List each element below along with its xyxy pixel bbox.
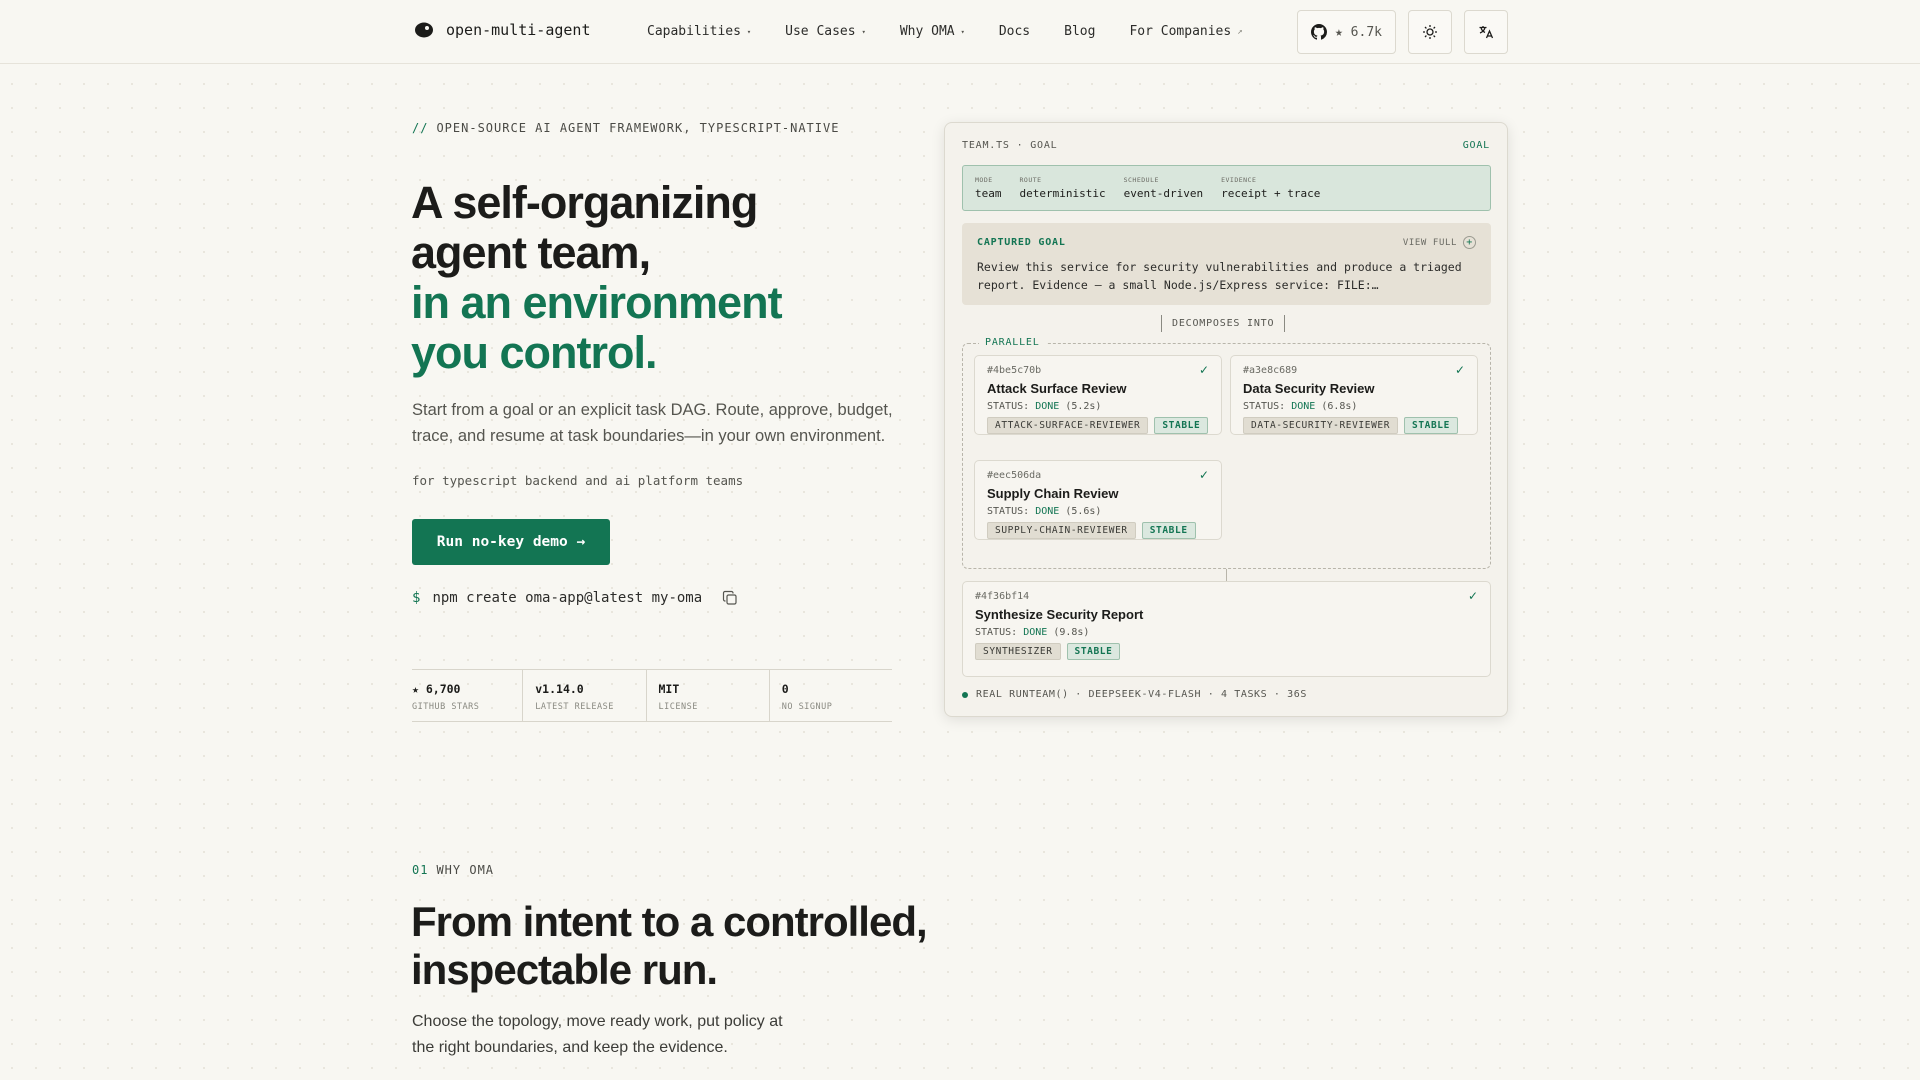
parallel-group: PARALLEL #4be5c70b ✓ Attack Surface Revi… [962, 337, 1491, 569]
dag-connector [1226, 569, 1227, 581]
parallel-label: PARALLEL [979, 337, 1046, 348]
decomposes-label: DECOMPOSES INTO [1161, 315, 1286, 332]
hero-title: A self-organizing agent team, in an envi… [411, 177, 783, 378]
config-evidence: EVIDENCE receipt + trace [1221, 176, 1321, 200]
check-icon: ✓ [1467, 589, 1478, 603]
hero-audience: for typescript backend and ai platform t… [412, 473, 744, 488]
nav-why-oma[interactable]: Why OMA ▾ [900, 24, 965, 39]
role-tag: SUPPLY-CHAIN-REVIEWER [987, 522, 1136, 539]
sun-icon [1423, 25, 1437, 39]
nav-use-cases[interactable]: Use Cases ▾ [785, 24, 866, 39]
stable-badge: STABLE [1154, 417, 1209, 434]
github-icon [1311, 24, 1328, 40]
hero-subtitle: Start from a goal or an explicit task DA… [412, 401, 893, 445]
run-footer: REAL RUNTEAM() · DEEPSEEK-V4-FLASH · 4 T… [962, 689, 1307, 700]
task-card-synthesize[interactable]: #4f36bf14 ✓ Synthesize Security Report S… [962, 581, 1491, 677]
captured-goal-title: CAPTURED GOAL [977, 237, 1066, 248]
card-header: TEAM.TS · GOAL GOAL [962, 140, 1490, 151]
check-icon: ✓ [1198, 363, 1209, 377]
nav-capabilities[interactable]: Capabilities ▾ [647, 24, 751, 39]
stats-bar: ★ 6,700 GITHUB STARS v1.14.0 LATEST RELE… [412, 669, 892, 722]
hero-eyebrow: //OPEN-SOURCE AI AGENT FRAMEWORK, TYPESC… [412, 121, 840, 135]
install-command: $ npm create oma-app@latest my-oma [412, 590, 738, 606]
nav-docs[interactable]: Docs [999, 24, 1030, 39]
role-tag: DATA-SECURITY-REVIEWER [1243, 417, 1399, 434]
brand-link[interactable]: open-multi-agent [414, 20, 591, 40]
chevron-down-icon: ▾ [861, 27, 866, 36]
language-toggle-button[interactable] [1464, 10, 1508, 54]
theme-toggle-button[interactable] [1408, 10, 1452, 54]
brand-name: open-multi-agent [446, 21, 591, 39]
team-goal-card: TEAM.TS · GOAL GOAL MODE team ROUTE determ… [944, 122, 1508, 717]
stat-github-stars: ★ 6,700 GITHUB STARS [412, 670, 524, 721]
chevron-down-icon: ▾ [746, 27, 752, 36]
check-icon: ✓ [1454, 363, 1465, 377]
config-route: ROUTE deterministic [1019, 176, 1106, 200]
github-stars-button[interactable]: ★ 6.7k [1297, 10, 1396, 54]
view-full-button[interactable]: VIEW FULL + [1403, 236, 1476, 249]
plus-circle-icon: + [1463, 236, 1476, 249]
check-icon: ✓ [1198, 468, 1209, 482]
captured-goal: CAPTURED GOAL VIEW FULL + Review this ser… [962, 223, 1491, 305]
run-demo-button[interactable]: Run no-key demo → [412, 519, 610, 565]
stat-no-signup: 0 NO SIGNUP [781, 682, 833, 712]
section-eyebrow: 01 WHY OMA [412, 863, 495, 877]
chevron-down-icon: ▾ [960, 27, 965, 36]
install-command-text: npm create oma-app@latest my-oma [432, 590, 703, 606]
role-tag: SYNTHESIZER [975, 643, 1061, 660]
card-file-label: TEAM.TS · GOAL [962, 140, 1058, 151]
stable-badge: STABLE [1141, 522, 1196, 539]
captured-goal-text: Review this service for security vulnera… [977, 260, 1462, 292]
task-card[interactable]: #a3e8c689 ✓ Data Security Review STATUS:… [1230, 355, 1478, 435]
nav-for-companies[interactable]: For Companies ↗ [1129, 24, 1242, 39]
stat-latest-release: v1.14.0 LATEST RELEASE [523, 670, 647, 721]
section-title: From intent to a controlled, inspectable… [411, 898, 928, 993]
nav-blog[interactable]: Blog [1064, 24, 1095, 39]
logo-icon [415, 22, 433, 38]
stat-license: MIT LICENSE [647, 670, 770, 721]
section-subtitle: Choose the topology, move ready work, pu… [412, 1013, 783, 1056]
stable-badge: STABLE [1404, 417, 1458, 434]
translate-icon [1479, 26, 1494, 39]
card-mode-tag: GOAL [1462, 140, 1490, 151]
prompt-symbol: $ [412, 590, 421, 606]
external-link-icon: ↗ [1237, 26, 1243, 37]
task-card[interactable]: #eec506da ✓ Supply Chain Review STATUS: … [974, 460, 1222, 540]
github-star-count: ★ 6.7k [1335, 24, 1382, 40]
stable-badge: STABLE [1066, 643, 1121, 660]
copy-icon[interactable] [722, 590, 738, 606]
config-schedule: SCHEDULE event-driven [1123, 176, 1204, 200]
top-nav: open-multi-agent Capabilities ▾ Use Cases… [0, 0, 1920, 64]
role-tag: ATTACK-SURFACE-REVIEWER [987, 417, 1149, 434]
config-mode: MODE team [975, 176, 1002, 200]
status-dot-icon [962, 691, 968, 698]
task-card[interactable]: #4be5c70b ✓ Attack Surface Review STATUS… [974, 355, 1222, 435]
config-strip: MODE team ROUTE deterministic SCHEDULE even… [962, 165, 1491, 211]
